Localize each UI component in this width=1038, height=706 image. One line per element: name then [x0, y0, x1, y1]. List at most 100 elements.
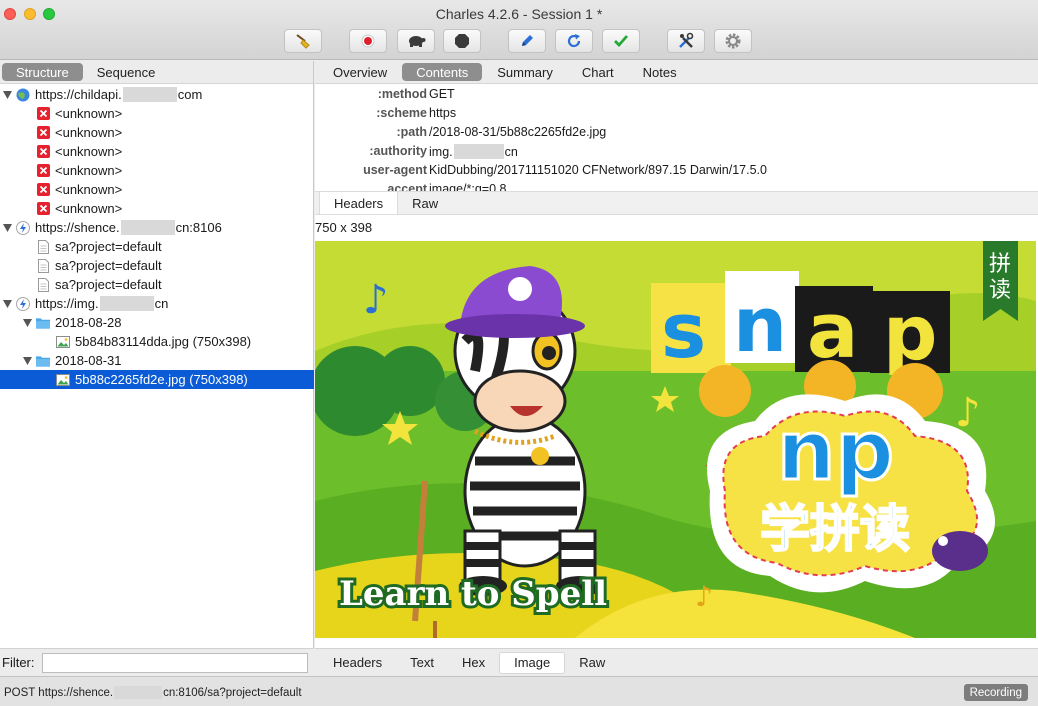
settings-button[interactable] [714, 29, 752, 53]
request-headers-table: :method GET :scheme https :path /2018-08… [315, 85, 1038, 191]
status-bar: POST https://shence. cn:8106/sa?project=d… [0, 676, 1038, 706]
tree-host-row[interactable]: https://shence. cn:8106 [0, 218, 314, 237]
record-button[interactable] [349, 29, 387, 53]
tab-response-image[interactable]: Image [499, 651, 566, 674]
repeat-button[interactable] [555, 29, 593, 53]
tab-structure[interactable]: Structure [2, 63, 83, 81]
turtle-icon [409, 36, 426, 47]
throttle-button[interactable] [397, 29, 435, 53]
disclosure-triangle-icon[interactable] [22, 356, 32, 366]
header-value: img. cn [429, 144, 518, 159]
tree-item-unknown[interactable]: <unknown> [0, 180, 314, 199]
redacted-text [99, 296, 154, 311]
header-row[interactable]: :path /2018-08-31/5b88c2265fd2e.jpg [315, 123, 1038, 142]
tree-item-label: <unknown> [55, 201, 123, 216]
tab-notes[interactable]: Notes [629, 63, 691, 81]
tree-item-unknown[interactable]: <unknown> [0, 123, 314, 142]
tab-request-raw[interactable]: Raw [398, 192, 452, 214]
lightning-icon [16, 296, 30, 311]
tab-response-text[interactable]: Text [396, 652, 448, 674]
tree-host-row[interactable]: https://childapi. com [0, 85, 314, 104]
tab-response-headers[interactable]: Headers [319, 652, 396, 674]
preview-artwork: ♪ ♪ ♪ s n a p np 学拼读 拼读 Learn to Spell [315, 241, 1036, 638]
tab-overview[interactable]: Overview [319, 63, 401, 81]
header-value: /2018-08-31/5b88c2265fd2e.jpg [429, 125, 607, 139]
cloud-subtitle: 学拼读 [760, 500, 910, 558]
compose-button[interactable] [508, 29, 546, 53]
tree-item-label: 5b84b83114dda.jpg (750x398) [75, 334, 252, 349]
window-titlebar: Charles 4.2.6 - Session 1 * [0, 0, 1038, 60]
folder-label: 2018-08-31 [55, 353, 122, 368]
filter-input[interactable] [42, 653, 308, 673]
svg-text:♪: ♪ [695, 580, 713, 613]
tree-item-unknown[interactable]: <unknown> [0, 161, 314, 180]
snap-letter-s: s [661, 286, 706, 375]
tab-summary[interactable]: Summary [483, 63, 567, 81]
folder-icon [36, 316, 50, 330]
error-icon [36, 164, 50, 178]
tab-chart[interactable]: Chart [568, 63, 628, 81]
globe-icon [16, 88, 30, 102]
recording-button[interactable]: Recording [963, 684, 1028, 701]
tree-item-image-selected[interactable]: 5b88c2265fd2e.jpg (750x398) [0, 370, 314, 389]
broom-icon [296, 34, 310, 49]
tree-item-image[interactable]: 5b84b83114dda.jpg (750x398) [0, 332, 314, 351]
status-text: POST https://shence. cn:8106/sa?project=d… [4, 686, 302, 699]
header-row[interactable]: accept image/*;q=0.8 [315, 180, 1038, 191]
header-row[interactable]: :method GET [315, 85, 1038, 104]
redacted-text [114, 686, 163, 699]
header-value: https [429, 106, 457, 120]
header-name: :method [377, 87, 427, 101]
disclosure-triangle-icon[interactable] [2, 223, 12, 233]
tab-request-headers[interactable]: Headers [319, 192, 399, 214]
tab-contents[interactable]: Contents [402, 63, 483, 81]
header-name: accept [387, 182, 427, 191]
banner-char-1: 拼 [989, 252, 1011, 277]
tab-response-raw[interactable]: Raw [565, 652, 619, 674]
tree-item-label: sa?project=default [55, 239, 162, 254]
clear-session-button[interactable] [284, 29, 322, 53]
tools-button[interactable] [667, 29, 705, 53]
tree-host-row[interactable]: https://img. cn [0, 294, 314, 313]
left-view-tabs: Structure Sequence [0, 61, 313, 84]
disclosure-triangle-icon[interactable] [2, 90, 12, 100]
detail-pane: Overview Contents Summary Chart Notes :m… [315, 61, 1038, 676]
tree-item-unknown[interactable]: <unknown> [0, 199, 314, 218]
disclosure-triangle-icon[interactable] [22, 318, 32, 328]
snap-letter-n: n [733, 280, 787, 369]
tree-item-label: sa?project=default [55, 277, 162, 292]
header-value: GET [429, 87, 455, 101]
tree-item-label: <unknown> [55, 182, 123, 197]
tree-item-request[interactable]: sa?project=default [0, 237, 314, 256]
header-row[interactable]: :authority img. cn [315, 142, 1038, 161]
tagline: Learn to Spell [339, 574, 607, 614]
header-row[interactable]: user-agent KidDubbing/201711151020 CFNet… [315, 161, 1038, 180]
lightning-icon [16, 220, 30, 235]
tab-sequence[interactable]: Sequence [83, 63, 170, 81]
tree-item-request[interactable]: sa?project=default [0, 275, 314, 294]
tree-item-unknown[interactable]: <unknown> [0, 104, 314, 123]
header-row[interactable]: :scheme https [315, 104, 1038, 123]
validate-button[interactable] [602, 29, 640, 53]
tree-folder-row[interactable]: 2018-08-31 [0, 351, 314, 370]
filter-label: Filter: [2, 655, 35, 670]
refresh-icon [567, 34, 581, 48]
response-view-tabs: Headers Text Hex Image Raw [315, 648, 1038, 676]
header-name: :authority [369, 144, 427, 158]
tree-item-request[interactable]: sa?project=default [0, 256, 314, 275]
redacted-text [453, 144, 504, 159]
tree-folder-row[interactable]: 2018-08-28 [0, 313, 314, 332]
redacted-text [122, 87, 177, 102]
header-name: user-agent [363, 163, 427, 177]
detail-view-tabs: Overview Contents Summary Chart Notes [315, 61, 1038, 84]
disclosure-triangle-icon[interactable] [2, 299, 12, 309]
structure-pane: Structure Sequence https://childapi. com … [0, 61, 314, 676]
tree-item-label: <unknown> [55, 125, 123, 140]
tree-item-unknown[interactable]: <unknown> [0, 142, 314, 161]
svg-text:♪: ♪ [363, 277, 389, 323]
image-preview: ♪ ♪ ♪ s n a p np 学拼读 拼读 Learn to Spell [315, 241, 1036, 638]
hexagon-stop-icon [455, 34, 469, 48]
breakpoints-button[interactable] [443, 29, 481, 53]
tab-response-hex[interactable]: Hex [448, 652, 499, 674]
banner-char-2: 读 [989, 278, 1011, 303]
